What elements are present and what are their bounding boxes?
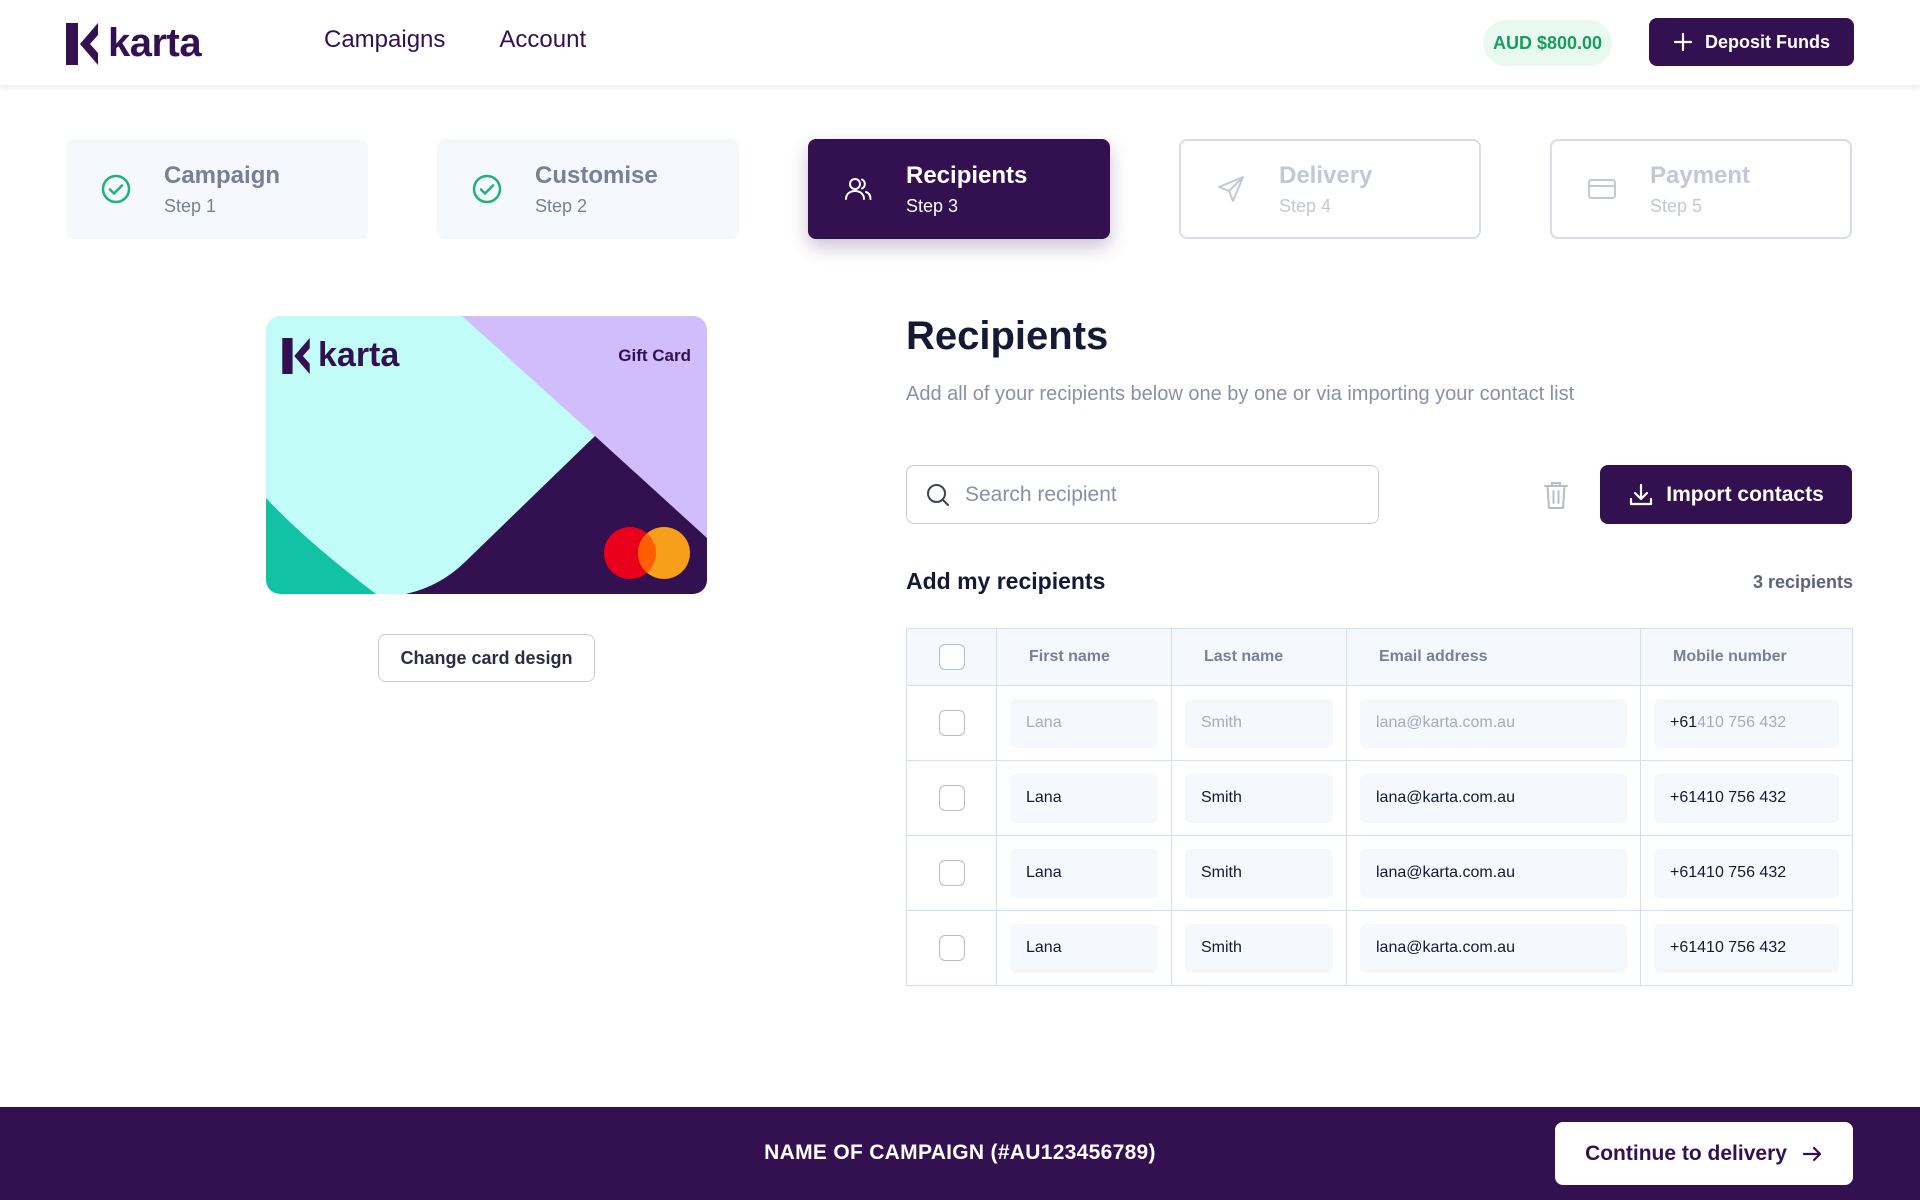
- karta-logo[interactable]: karta: [66, 21, 202, 66]
- first-name-input[interactable]: Lana: [1010, 698, 1158, 748]
- card-logo-text: karta: [318, 336, 400, 374]
- step-name: Payment: [1650, 161, 1751, 189]
- step-payment[interactable]: Payment Step 5: [1550, 139, 1852, 239]
- step-recipients[interactable]: Recipients Step 3: [808, 139, 1110, 239]
- row-select-cell: [906, 760, 997, 836]
- step-number: Step 2: [535, 195, 588, 216]
- row-select-cell: [906, 685, 997, 761]
- recipient-count: 3 recipients: [1752, 572, 1853, 592]
- top-header: karta Campaigns Account AUD $800.00 Depo…: [0, 0, 1920, 85]
- row-checkbox[interactable]: [938, 935, 965, 961]
- column-mobile: Mobile number: [1640, 628, 1853, 686]
- deposit-funds-button[interactable]: Deposit Funds: [1649, 18, 1854, 66]
- page-title: Recipients: [906, 314, 1109, 358]
- search-icon: [927, 483, 949, 506]
- row-checkbox[interactable]: [938, 710, 965, 736]
- gift-card-preview: karta Gift Card: [266, 316, 707, 594]
- mobile-input[interactable]: +61410 756 432: [1654, 698, 1839, 748]
- nav-campaigns[interactable]: Campaigns: [324, 26, 445, 54]
- karta-logo-icon: [66, 22, 98, 65]
- check-circle-icon: [100, 173, 132, 205]
- step-name: Delivery: [1279, 161, 1373, 189]
- mobile-prefix: +61: [1670, 714, 1698, 731]
- last-name-input[interactable]: Smith: [1185, 698, 1333, 748]
- import-contacts-label: Import contacts: [1666, 482, 1824, 506]
- last-name-input[interactable]: Smith: [1185, 923, 1333, 973]
- page-subtitle: Add all of your recipients below one by …: [906, 383, 1575, 405]
- balance-badge: AUD $800.00: [1483, 20, 1613, 66]
- table-row: Lana Smith lana@karta.com.au +61410 756 …: [906, 910, 1853, 986]
- arrow-right-icon: [1802, 1146, 1822, 1161]
- step-name: Campaign: [164, 161, 281, 189]
- mobile-input[interactable]: +61410 756 432: [1654, 923, 1839, 973]
- column-email: Email address: [1346, 628, 1641, 686]
- step-number: Step 1: [164, 195, 217, 216]
- nav-account[interactable]: Account: [499, 26, 586, 54]
- first-name-input[interactable]: Lana: [1010, 848, 1158, 898]
- footer-bar: NAME OF CAMPAIGN (#AU123456789) Continue…: [0, 1107, 1920, 1200]
- email-input[interactable]: lana@karta.com.au: [1360, 923, 1627, 973]
- step-number: Step 3: [906, 195, 959, 216]
- select-all-cell: [906, 628, 997, 686]
- mobile-input[interactable]: +61410 756 432: [1654, 773, 1839, 823]
- trash-icon[interactable]: [1541, 478, 1571, 512]
- credit-card-icon: [1586, 173, 1618, 205]
- continue-label: Continue to delivery: [1585, 1141, 1787, 1165]
- karta-logo-icon: [282, 337, 310, 374]
- search-input[interactable]: [965, 482, 1345, 507]
- mobile-placeholder: 410 756 432: [1697, 714, 1787, 731]
- step-campaign[interactable]: Campaign Step 1: [66, 139, 368, 239]
- row-select-cell: [906, 910, 997, 986]
- first-name-input[interactable]: Lana: [1010, 923, 1158, 973]
- users-icon: [842, 173, 874, 205]
- first-name-input[interactable]: Lana: [1010, 773, 1158, 823]
- column-last-name: Last name: [1171, 628, 1347, 686]
- search-field[interactable]: [906, 465, 1379, 524]
- email-input[interactable]: lana@karta.com.au: [1360, 848, 1627, 898]
- step-name: Recipients: [906, 161, 1028, 189]
- change-card-design-button[interactable]: Change card design: [378, 634, 595, 682]
- table-row: Lana Smith lana@karta.com.au +61410 756 …: [906, 760, 1853, 836]
- email-input[interactable]: lana@karta.com.au: [1360, 773, 1627, 823]
- main-nav: Campaigns Account: [324, 26, 586, 54]
- step-number: Step 4: [1279, 195, 1332, 216]
- table-row-new: Lana Smith lana@karta.com.au +61 410 756 …: [906, 685, 1853, 761]
- check-circle-icon: [471, 173, 503, 205]
- last-name-input[interactable]: Smith: [1185, 848, 1333, 898]
- table-header-row: First name Last name Email address Mobil…: [906, 628, 1853, 686]
- email-input[interactable]: lana@karta.com.au: [1360, 698, 1627, 748]
- import-contacts-button[interactable]: Import contacts: [1600, 465, 1852, 524]
- card-logo: karta: [282, 336, 399, 375]
- row-checkbox[interactable]: [938, 785, 965, 811]
- continue-to-delivery-button[interactable]: Continue to delivery: [1555, 1122, 1853, 1185]
- download-icon: [1630, 483, 1653, 505]
- logo-text: karta: [108, 21, 202, 65]
- step-name: Customise: [535, 161, 658, 189]
- deposit-funds-label: Deposit Funds: [1705, 31, 1830, 52]
- recipients-table: First name Last name Email address Mobil…: [906, 628, 1853, 986]
- column-first-name: First name: [996, 628, 1172, 686]
- plus-icon: [1673, 32, 1693, 52]
- step-delivery[interactable]: Delivery Step 4: [1179, 139, 1481, 239]
- row-select-cell: [906, 835, 997, 911]
- mobile-input[interactable]: +61410 756 432: [1654, 848, 1839, 898]
- send-icon: [1215, 173, 1247, 205]
- row-checkbox[interactable]: [938, 860, 965, 886]
- section-title: Add my recipients: [906, 568, 1106, 594]
- gift-card-label: Gift Card: [618, 346, 691, 365]
- last-name-input[interactable]: Smith: [1185, 773, 1333, 823]
- step-number: Step 5: [1650, 195, 1703, 216]
- step-customise[interactable]: Customise Step 2: [437, 139, 739, 239]
- table-row: Lana Smith lana@karta.com.au +61410 756 …: [906, 835, 1853, 911]
- select-all-checkbox[interactable]: [938, 644, 965, 670]
